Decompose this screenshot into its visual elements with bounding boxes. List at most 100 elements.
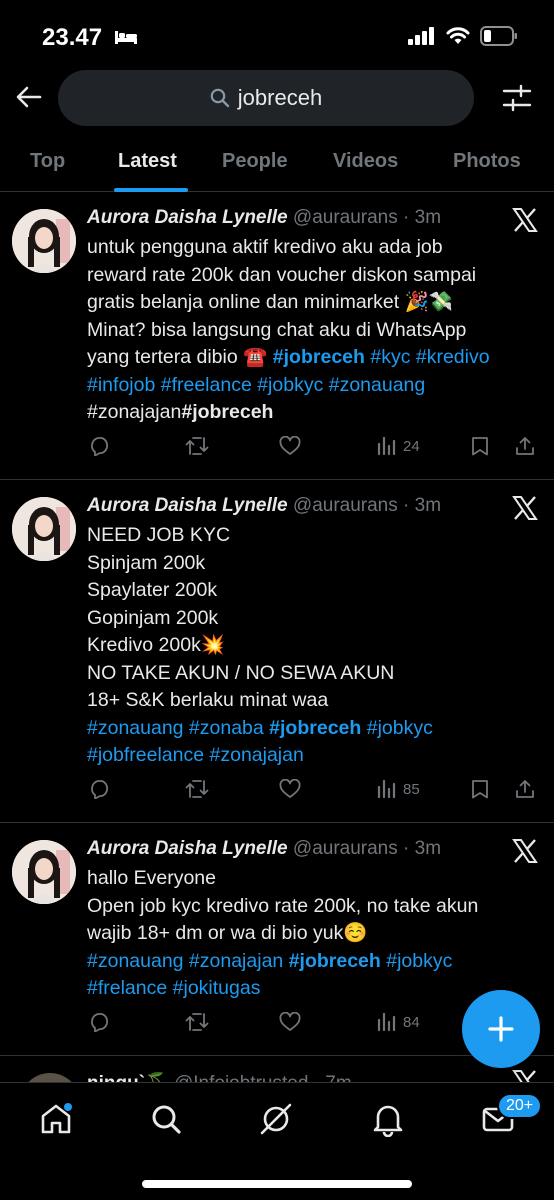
- tweet-line: NO TAKE AKUN / NO SEWA AKUN: [87, 661, 395, 684]
- compose-post-button[interactable]: [462, 990, 540, 1068]
- hashtag-link[interactable]: #kredivo: [416, 346, 490, 368]
- reply-button[interactable]: [89, 436, 111, 456]
- repost-icon: [185, 1013, 209, 1031]
- tweet-text: NEED JOB KYC Spinjam 200k Spaylater 200k…: [87, 522, 542, 770]
- sleep-focus-icon: [115, 31, 137, 44]
- hashtag-link[interactable]: #jobreceh: [273, 346, 365, 368]
- avatar[interactable]: [12, 497, 76, 561]
- views-chart-icon: [377, 1012, 396, 1032]
- reply-icon: [91, 1013, 109, 1032]
- tweet-time: · 3m: [403, 207, 442, 228]
- filter-settings-icon[interactable]: [502, 84, 532, 112]
- hashtag-link[interactable]: #kyc: [370, 346, 410, 368]
- tweet-line: untuk pengguna aktif kredivo aku ada job: [87, 236, 443, 258]
- tab-photos[interactable]: Photos: [453, 150, 521, 173]
- reply-button[interactable]: [89, 779, 111, 799]
- share-icon: [516, 780, 534, 798]
- search-input[interactable]: jobreceh: [58, 70, 474, 126]
- tweet-line: gratis belanja online dan minimarket 🎉💸: [87, 291, 454, 313]
- views-chart-icon: [377, 436, 396, 456]
- tab-people[interactable]: People: [222, 150, 288, 173]
- tweet-line: Minat? bisa langsung chat aku di WhatsAp…: [87, 318, 467, 341]
- hashtag-line[interactable]: #jobfreelance #zonajajan: [87, 742, 542, 770]
- search-icon: [210, 88, 229, 108]
- tweet-line: 18+ S&K berlaku minat waa: [87, 689, 329, 711]
- search-query: jobreceh: [237, 85, 323, 110]
- author-name[interactable]: Aurora Daisha Lynelle: [87, 495, 288, 516]
- x-logo-icon: [512, 839, 538, 863]
- tweet-line: Spinjam 200k: [87, 551, 206, 574]
- hashtag-line: #zonauang #zonajajan #jobreceh #jobkyc: [87, 948, 542, 976]
- tweet-line: Gopinjam 200k: [87, 606, 219, 629]
- hashtag-link[interactable]: #zonauang #zonaba: [87, 717, 264, 739]
- bookmark-button[interactable]: [471, 436, 489, 456]
- tab-latest[interactable]: Latest: [118, 150, 177, 173]
- tweet-line: #zonajajan#jobreceh: [87, 399, 542, 427]
- tweet-line: Open job kyc kredivo rate 200k, no take …: [87, 894, 479, 917]
- tweet-card[interactable]: Aurora Daisha Lynelle @auraurans · 3m un…: [0, 193, 554, 480]
- views-button[interactable]: 84: [377, 1012, 420, 1032]
- tweet-line: wajib 18+ dm or wa di bio yuk☺️: [87, 922, 368, 944]
- tweet-card[interactable]: Aurora Daisha Lynelle @auraurans · 3m NE…: [0, 481, 554, 823]
- bookmark-icon: [472, 437, 488, 456]
- tweet-header: Aurora Daisha Lynelle @auraurans · 3m: [87, 495, 441, 517]
- views-button[interactable]: 85: [377, 779, 420, 799]
- reply-button[interactable]: [89, 1012, 111, 1032]
- share-button[interactable]: [515, 436, 535, 456]
- partial-tweet[interactable]: ningu`🍒 @Infojobtrusted · 7m: [0, 1055, 554, 1085]
- hashtag-link[interactable]: #jobreceh: [269, 717, 361, 739]
- hashtag-link[interactable]: #jobkyc: [367, 717, 433, 739]
- avatar[interactable]: [12, 840, 76, 904]
- hashtag-line[interactable]: #infojob #freelance #jobkyc #zonauang: [87, 372, 542, 400]
- hashtag-link[interactable]: #jobreceh: [289, 950, 381, 972]
- repost-button[interactable]: [185, 779, 209, 799]
- views-button[interactable]: 24: [377, 436, 420, 456]
- hashtag-line[interactable]: #frelance #jokitugas: [87, 975, 542, 1003]
- tab-videos[interactable]: Videos: [333, 150, 398, 173]
- author-name[interactable]: Aurora Daisha Lynelle: [87, 207, 288, 228]
- views-count: 24: [403, 437, 420, 455]
- heart-icon: [279, 1012, 301, 1031]
- tweet-line: Spaylater 200k: [87, 579, 218, 601]
- search-tabs: Top Latest People Videos Photos: [0, 138, 554, 192]
- plus-icon: [488, 1016, 514, 1042]
- repost-icon: [185, 437, 209, 455]
- reply-icon: [91, 437, 109, 456]
- tweet-time: · 3m: [403, 838, 442, 859]
- share-icon: [516, 437, 534, 455]
- battery-icon: [480, 26, 517, 46]
- tweet-line: yang tertera dibio ☎️ #jobreceh #kyc #kr…: [87, 344, 542, 372]
- wifi-icon: [446, 27, 470, 44]
- tweet-actions: 24: [87, 436, 542, 460]
- author-name[interactable]: Aurora Daisha Lynelle: [87, 838, 288, 859]
- like-button[interactable]: [279, 1012, 301, 1032]
- tweet-line-text: #zonajajan: [87, 401, 182, 423]
- author-handle: @auraurans: [292, 838, 398, 859]
- views-chart-icon: [377, 779, 396, 799]
- tweet-line: Kredivo 200k💥: [87, 634, 226, 656]
- tab-top[interactable]: Top: [30, 150, 65, 173]
- repost-button[interactable]: [185, 1012, 209, 1032]
- repost-button[interactable]: [185, 436, 209, 456]
- tweet-line: hallo Everyone: [87, 867, 216, 889]
- hashtag-link[interactable]: #jobreceh: [181, 401, 273, 423]
- back-button[interactable]: [14, 82, 44, 112]
- hashtag-line: #zonauang #zonaba #jobreceh #jobkyc: [87, 715, 542, 743]
- search-icon[interactable]: [148, 1101, 184, 1137]
- home-icon[interactable]: [38, 1101, 74, 1137]
- share-button[interactable]: [515, 779, 535, 799]
- notifications-bell-icon[interactable]: [370, 1101, 406, 1137]
- signal-icon: [408, 27, 434, 45]
- avatar[interactable]: [12, 209, 76, 273]
- status-time: 23.47: [42, 24, 103, 51]
- like-button[interactable]: [279, 779, 301, 799]
- grok-icon[interactable]: [258, 1101, 294, 1137]
- bookmark-icon: [472, 780, 488, 799]
- reply-icon: [91, 780, 109, 799]
- tweet-header: Aurora Daisha Lynelle @auraurans · 3m: [87, 207, 441, 229]
- like-button[interactable]: [279, 436, 301, 456]
- active-tab-indicator: [114, 188, 188, 192]
- hashtag-link[interactable]: #zonauang #zonajajan: [87, 950, 283, 972]
- hashtag-link[interactable]: #jobkyc: [386, 950, 452, 972]
- bookmark-button[interactable]: [471, 779, 489, 799]
